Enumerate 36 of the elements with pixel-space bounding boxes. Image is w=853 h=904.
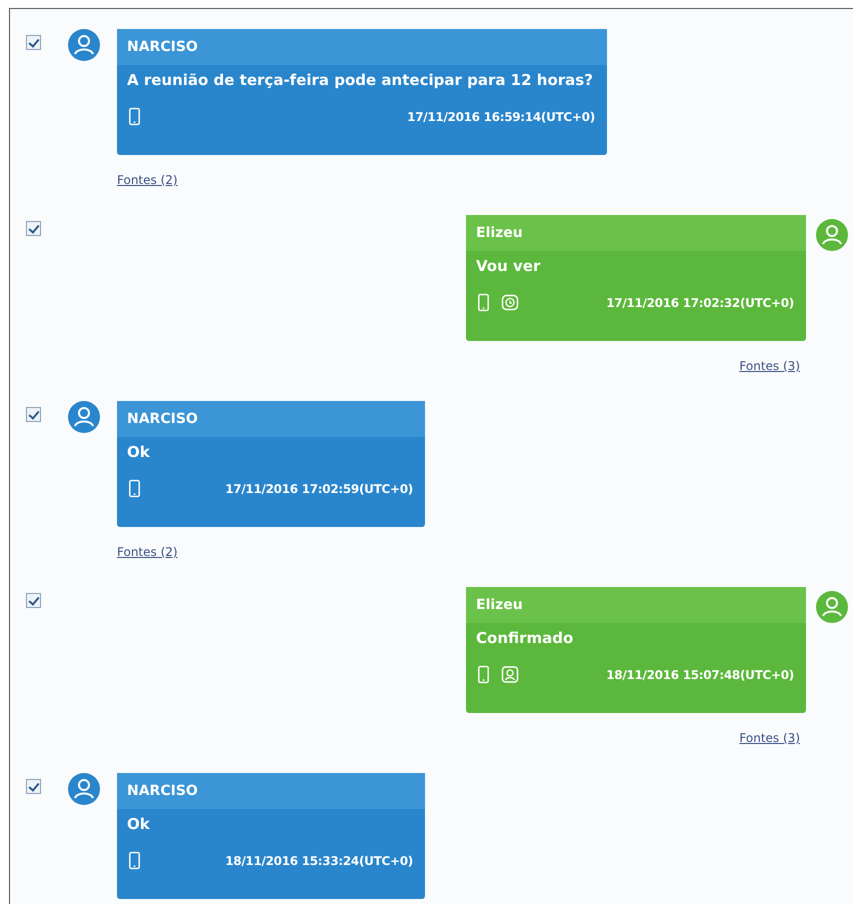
message-text: A reunião de terça-feira pode antecipar para 12 horas? xyxy=(126,70,594,91)
sender-name: NARCISO xyxy=(117,773,425,809)
avatar-icon xyxy=(68,773,100,805)
sender-name: Elizeu xyxy=(466,587,806,623)
checkbox[interactable] xyxy=(26,779,41,794)
contact-icon xyxy=(501,665,519,684)
sources-link[interactable]: Fontes (3) xyxy=(739,731,800,745)
phone-icon xyxy=(127,479,142,498)
timestamp: 17/11/2016 17:02:59(UTC+0) xyxy=(224,482,413,496)
clock-icon xyxy=(501,293,519,312)
sender-name: NARCISO xyxy=(117,29,607,65)
sources-link[interactable]: Fontes (3) xyxy=(739,359,800,373)
sources-link[interactable]: Fontes (2) xyxy=(117,173,178,187)
message-text: Vou ver xyxy=(475,256,542,277)
checkbox[interactable] xyxy=(26,35,41,50)
phone-icon xyxy=(476,293,491,312)
avatar-icon xyxy=(68,401,100,433)
message-text: Ok xyxy=(126,442,151,463)
message-text: Confirmado xyxy=(475,628,574,649)
sender-name: NARCISO xyxy=(117,401,425,437)
sources-link[interactable]: Fontes (2) xyxy=(117,545,178,559)
avatar-icon xyxy=(816,219,848,251)
avatar-icon xyxy=(816,591,848,623)
timestamp: 18/11/2016 15:33:24(UTC+0) xyxy=(224,854,413,868)
sender-name: Elizeu xyxy=(466,215,806,251)
checkbox[interactable] xyxy=(26,593,41,608)
phone-icon xyxy=(127,851,142,870)
checkbox[interactable] xyxy=(26,407,41,422)
phone-icon xyxy=(476,665,491,684)
phone-icon xyxy=(127,107,142,126)
timestamp: 17/11/2016 17:02:32(UTC+0) xyxy=(606,296,794,310)
timestamp: 17/11/2016 16:59:14(UTC+0) xyxy=(406,110,595,124)
avatar-icon xyxy=(68,29,100,61)
checkbox[interactable] xyxy=(26,221,41,236)
message-text: Ok xyxy=(126,814,151,835)
timestamp: 18/11/2016 15:07:48(UTC+0) xyxy=(606,668,794,682)
